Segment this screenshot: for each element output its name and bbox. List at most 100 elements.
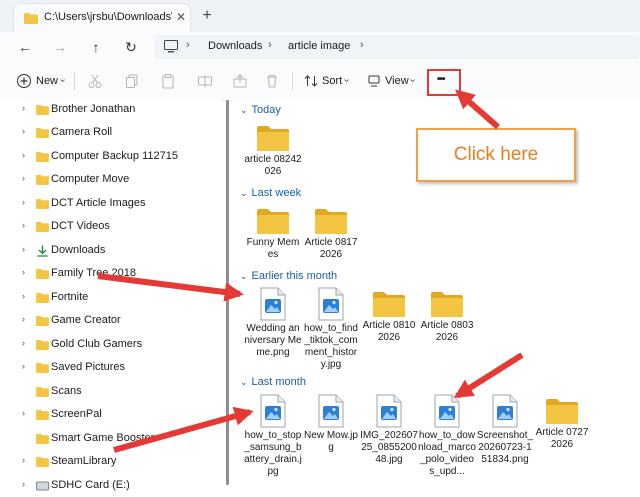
close-tab-icon[interactable]: ✕ — [174, 10, 188, 24]
sidebar-item-dct-videos[interactable]: › DCT Videos — [0, 216, 222, 238]
tab-downloads[interactable]: C:\Users\jrsbu\Downloads\art ✕ — [14, 4, 190, 32]
callout-text: Click here — [453, 144, 539, 165]
chevron-right-icon[interactable]: › — [22, 103, 25, 113]
chevron-right-icon[interactable]: › — [22, 244, 25, 254]
folder-icon — [36, 292, 49, 303]
image-file-icon — [434, 394, 460, 428]
file-item[interactable]: how_to_stop_samsung_battery_drain.jpg — [244, 394, 302, 478]
file-name: IMG_20260725_085520048.jpg — [360, 430, 418, 465]
up-button[interactable]: ↑ — [86, 38, 106, 56]
forward-button[interactable]: → — [50, 38, 70, 56]
sort-button[interactable]: Sort — [322, 72, 342, 90]
sort-icon — [304, 75, 318, 87]
chevron-right-icon[interactable]: › — [22, 150, 25, 160]
new-tab-button[interactable]: + — [198, 7, 216, 25]
file-item[interactable]: Wedding anniversary Meme.png — [244, 287, 302, 359]
toolbar-divider — [74, 72, 75, 90]
refresh-button[interactable]: ↻ — [121, 38, 141, 56]
file-item[interactable]: IMG_20260725_085520048.jpg — [360, 394, 418, 466]
file-item[interactable]: Article 08032026 — [418, 290, 476, 344]
sidebar-item-computer-backup[interactable]: › Computer Backup 112715 — [0, 146, 222, 168]
group-header-earlier-this-month[interactable]: ⌄ Earlier this month — [240, 270, 337, 282]
file-item[interactable]: Article 08102026 — [360, 290, 418, 344]
breadcrumb-article-image[interactable]: article image — [288, 40, 350, 52]
copy-icon[interactable] — [124, 73, 140, 89]
sidebar-item-label: Saved Pictures — [51, 361, 125, 373]
file-item[interactable]: how_to_download_marco_polo_videos_upd... — [418, 394, 476, 478]
chevron-down-icon: ⌄ — [240, 377, 248, 387]
sidebar-item-smart-game-booster[interactable]: Smart Game Booster — [0, 428, 222, 450]
sidebar-item-brother-jonathan[interactable]: › Brother Jonathan — [0, 99, 222, 121]
file-name: Article 08102026 — [362, 320, 416, 343]
chevron-down-icon: ⌄ — [240, 271, 248, 281]
file-name: Wedding anniversary Meme.png — [244, 323, 302, 358]
sidebar-item-family-tree[interactable]: › Family Tree 2018 — [0, 263, 222, 285]
folder-icon — [36, 198, 49, 209]
plus-icon — [17, 74, 31, 88]
sidebar-item-label: SDHC Card (E:) — [51, 479, 130, 491]
chevron-right-icon[interactable]: › — [22, 479, 25, 489]
share-icon[interactable] — [232, 73, 248, 89]
sidebar-scrollbar[interactable] — [226, 100, 229, 485]
chevron-right-icon[interactable]: › — [22, 314, 25, 324]
sidebar-item-steamlibrary[interactable]: › SteamLibrary — [0, 451, 222, 473]
group-header-last-month[interactable]: ⌄ Last month — [240, 376, 306, 388]
chevron-right-icon[interactable]: › — [22, 291, 25, 301]
chevron-right-icon[interactable]: › — [22, 126, 25, 136]
file-item[interactable]: Article 08172026 — [302, 207, 360, 261]
file-item[interactable]: Screenshot_20260723-151834.png — [476, 394, 534, 466]
rename-icon[interactable] — [197, 73, 213, 89]
sidebar-item-computer-move[interactable]: › Computer Move — [0, 169, 222, 191]
chevron-right-icon[interactable]: › — [22, 361, 25, 371]
file-item[interactable]: Article 07272026 — [533, 397, 591, 451]
address-bar[interactable]: › Downloads › article image › — [154, 35, 640, 59]
file-name: how_to_stop_samsung_battery_drain.jpg — [244, 430, 302, 477]
chevron-right-icon[interactable]: › — [22, 338, 25, 348]
chevron-right-icon[interactable]: › — [22, 408, 25, 418]
sidebar-item-label: Smart Game Booster — [51, 432, 155, 444]
file-name: New Mow.jpg — [304, 430, 358, 453]
delete-icon[interactable] — [264, 73, 280, 89]
chevron-right-icon[interactable]: › — [22, 197, 25, 207]
callout-box: Click here — [416, 128, 576, 182]
sidebar-item-label: Camera Roll — [51, 126, 113, 138]
chevron-down-icon: ⌄ — [342, 73, 352, 85]
chevron-right-icon[interactable]: › — [22, 267, 25, 277]
breadcrumb-downloads[interactable]: Downloads — [208, 40, 262, 52]
group-header-today[interactable]: ⌄ Today — [240, 104, 281, 116]
file-name: how_to_download_marco_polo_videos_upd... — [418, 430, 476, 477]
file-item[interactable]: article 08242026 — [244, 124, 302, 178]
paste-icon[interactable] — [160, 73, 176, 89]
sidebar-item-camera-roll[interactable]: › Camera Roll — [0, 122, 222, 144]
folder-icon — [36, 151, 49, 162]
chevron-right-icon[interactable]: › — [22, 455, 25, 465]
sidebar-item-downloads[interactable]: › Downloads — [0, 240, 222, 262]
file-item[interactable]: how_to_find_tiktok_comment_history.jpg — [302, 287, 360, 371]
back-button[interactable]: ← — [15, 38, 35, 56]
file-name: Article 08032026 — [420, 320, 474, 343]
sidebar-item-fortnite[interactable]: › Fortnite — [0, 287, 222, 309]
sidebar-item-screenpal[interactable]: › ScreenPal — [0, 404, 222, 426]
file-item[interactable]: Funny Memes — [244, 207, 302, 261]
sidebar-item-scans[interactable]: Scans — [0, 381, 222, 403]
view-icon — [368, 75, 380, 87]
sidebar-item-saved-pictures[interactable]: › Saved Pictures — [0, 357, 222, 379]
sidebar-item-label: Gold Club Gamers — [51, 338, 143, 350]
view-button[interactable]: View — [385, 72, 409, 90]
chevron-down-icon: ⌄ — [408, 73, 418, 85]
sidebar-item-sdhc-card[interactable]: › SDHC Card (E:) — [0, 475, 222, 497]
folder-icon — [546, 399, 578, 424]
file-item[interactable]: New Mow.jpg — [302, 394, 360, 454]
file-name: Article 08172026 — [304, 237, 358, 260]
group-header-last-week[interactable]: ⌄ Last week — [240, 187, 301, 199]
new-button[interactable]: New — [36, 72, 58, 90]
cut-icon[interactable] — [87, 73, 103, 89]
sidebar-item-dct-article-images[interactable]: › DCT Article Images — [0, 193, 222, 215]
sidebar-item-gold-club-gamers[interactable]: › Gold Club Gamers — [0, 334, 222, 356]
chevron-right-icon[interactable]: › — [22, 173, 25, 183]
navigation-bar: ← → ↑ ↻ › Downloads › article image › — [0, 32, 640, 62]
chevron-right-icon[interactable]: › — [22, 220, 25, 230]
title-bar: C:\Users\jrsbu\Downloads\art ✕ + — [0, 0, 640, 32]
sidebar-item-game-creator[interactable]: › Game Creator — [0, 310, 222, 332]
folder-icon — [36, 339, 49, 350]
